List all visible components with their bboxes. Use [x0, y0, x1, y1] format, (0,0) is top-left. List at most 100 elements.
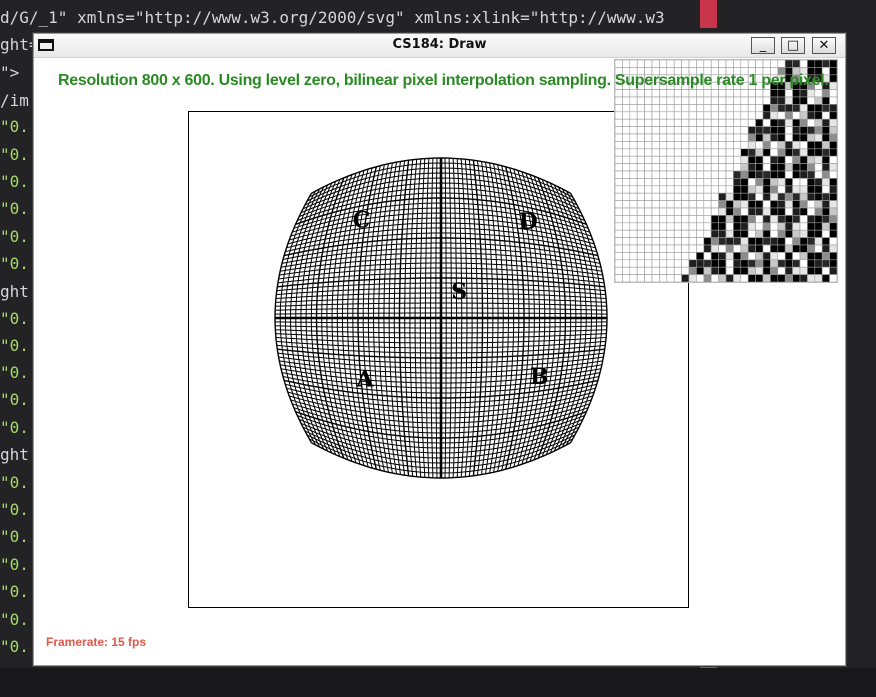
zoom-pixel	[770, 237, 779, 246]
zoom-pixel	[703, 96, 712, 105]
zoom-pixel	[629, 148, 638, 157]
zoom-pixel	[770, 244, 779, 253]
editor-line: "0.	[0, 363, 29, 382]
zoom-pixel	[614, 222, 623, 231]
zoom-pixel	[659, 266, 668, 275]
zoom-pixel	[755, 104, 764, 113]
zoom-pixel	[703, 133, 712, 142]
zoom-pixel	[799, 252, 808, 261]
zoom-pixel	[821, 244, 830, 253]
zoom-pixel	[814, 170, 823, 179]
zoom-pixel	[747, 259, 756, 268]
zoom-pixel	[629, 185, 638, 194]
zoom-pixel	[644, 104, 653, 113]
zoom-pixel	[792, 185, 801, 194]
zoom-pixel	[673, 104, 682, 113]
zoom-pixel	[644, 222, 653, 231]
zoom-pixel	[710, 170, 719, 179]
zoom-pixel	[807, 163, 816, 172]
zoom-pixel	[681, 170, 690, 179]
zoom-pixel	[807, 274, 816, 283]
texture-letter: B	[530, 364, 549, 390]
zoom-pixel	[747, 178, 756, 187]
zoom-pixel	[755, 244, 764, 253]
zoom-pixel	[710, 126, 719, 135]
zoom-pixel	[651, 126, 660, 135]
zoom-pixel	[770, 133, 779, 142]
window-titlebar[interactable]: CS184: Draw _ □ ✕	[34, 34, 845, 58]
zoom-pixel	[636, 252, 645, 261]
zoom-pixel	[777, 229, 786, 238]
zoom-pixel	[792, 266, 801, 275]
zoom-pixel	[718, 89, 727, 98]
zoom-pixel	[814, 141, 823, 150]
texture-letter: S	[451, 279, 467, 305]
zoom-pixel	[740, 259, 749, 268]
zoom-pixel	[673, 244, 682, 253]
zoom-pixel	[807, 200, 816, 209]
zoom-pixel	[636, 126, 645, 135]
zoom-pixel	[725, 96, 734, 105]
zoom-pixel	[762, 59, 771, 68]
zoom-pixel	[725, 207, 734, 216]
zoom-pixel	[681, 59, 690, 68]
zoom-pixel	[777, 141, 786, 150]
zoom-pixel	[792, 104, 801, 113]
minimize-button[interactable]: _	[751, 37, 775, 54]
zoom-pixel	[733, 111, 742, 120]
zoom-pixel	[770, 266, 779, 275]
zoom-pixel	[718, 252, 727, 261]
close-button[interactable]: ✕	[812, 37, 836, 54]
zoom-pixel	[703, 59, 712, 68]
editor-line: "0.	[0, 336, 29, 355]
zoom-pixel	[710, 274, 719, 283]
zoom-pixel	[622, 178, 631, 187]
zoom-pixel	[644, 96, 653, 105]
zoom-pixel	[740, 133, 749, 142]
zoom-pixel	[614, 259, 623, 268]
zoom-pixel	[733, 178, 742, 187]
zoom-pixel	[784, 155, 793, 164]
zoom-pixel	[807, 170, 816, 179]
zoom-pixel	[777, 244, 786, 253]
zoom-pixel	[821, 89, 830, 98]
draw-canvas-area[interactable]: C D S A B Resolution 800 x 600. Using level …	[38, 59, 841, 660]
zoom-pixel	[666, 215, 675, 224]
texture-letter: D	[519, 209, 538, 235]
zoom-pixel	[740, 148, 749, 157]
zoom-pixel	[681, 244, 690, 253]
zoom-pixel	[622, 229, 631, 238]
zoom-pixel	[777, 104, 786, 113]
zoom-pixel	[710, 118, 719, 127]
zoom-pixel	[673, 266, 682, 275]
zoom-pixel	[762, 163, 771, 172]
zoom-pixel	[703, 229, 712, 238]
zoom-pixel	[725, 252, 734, 261]
zoom-pixel	[829, 266, 838, 275]
zoom-pixel	[710, 96, 719, 105]
zoom-pixel	[659, 96, 668, 105]
zoom-pixel	[614, 126, 623, 135]
zoom-pixel	[807, 118, 816, 127]
zoom-pixel	[673, 200, 682, 209]
zoom-pixel	[622, 192, 631, 201]
zoom-pixel	[770, 185, 779, 194]
zoom-pixel	[755, 266, 764, 275]
zoom-pixel	[614, 178, 623, 187]
zoom-pixel	[681, 266, 690, 275]
zoom-pixel	[681, 118, 690, 127]
zoom-pixel	[814, 59, 823, 68]
zoom-pixel	[821, 229, 830, 238]
zoom-pixel	[725, 111, 734, 120]
zoom-pixel	[777, 259, 786, 268]
zoom-pixel	[762, 148, 771, 157]
maximize-button[interactable]: □	[781, 37, 805, 54]
zoom-pixel	[784, 252, 793, 261]
zoom-pixel	[688, 192, 697, 201]
zoom-pixel	[659, 111, 668, 120]
zoom-pixel	[688, 133, 697, 142]
zoom-pixel	[733, 215, 742, 224]
zoom-pixel	[755, 274, 764, 283]
zoom-pixel	[747, 222, 756, 231]
zoom-pixel	[614, 274, 623, 283]
